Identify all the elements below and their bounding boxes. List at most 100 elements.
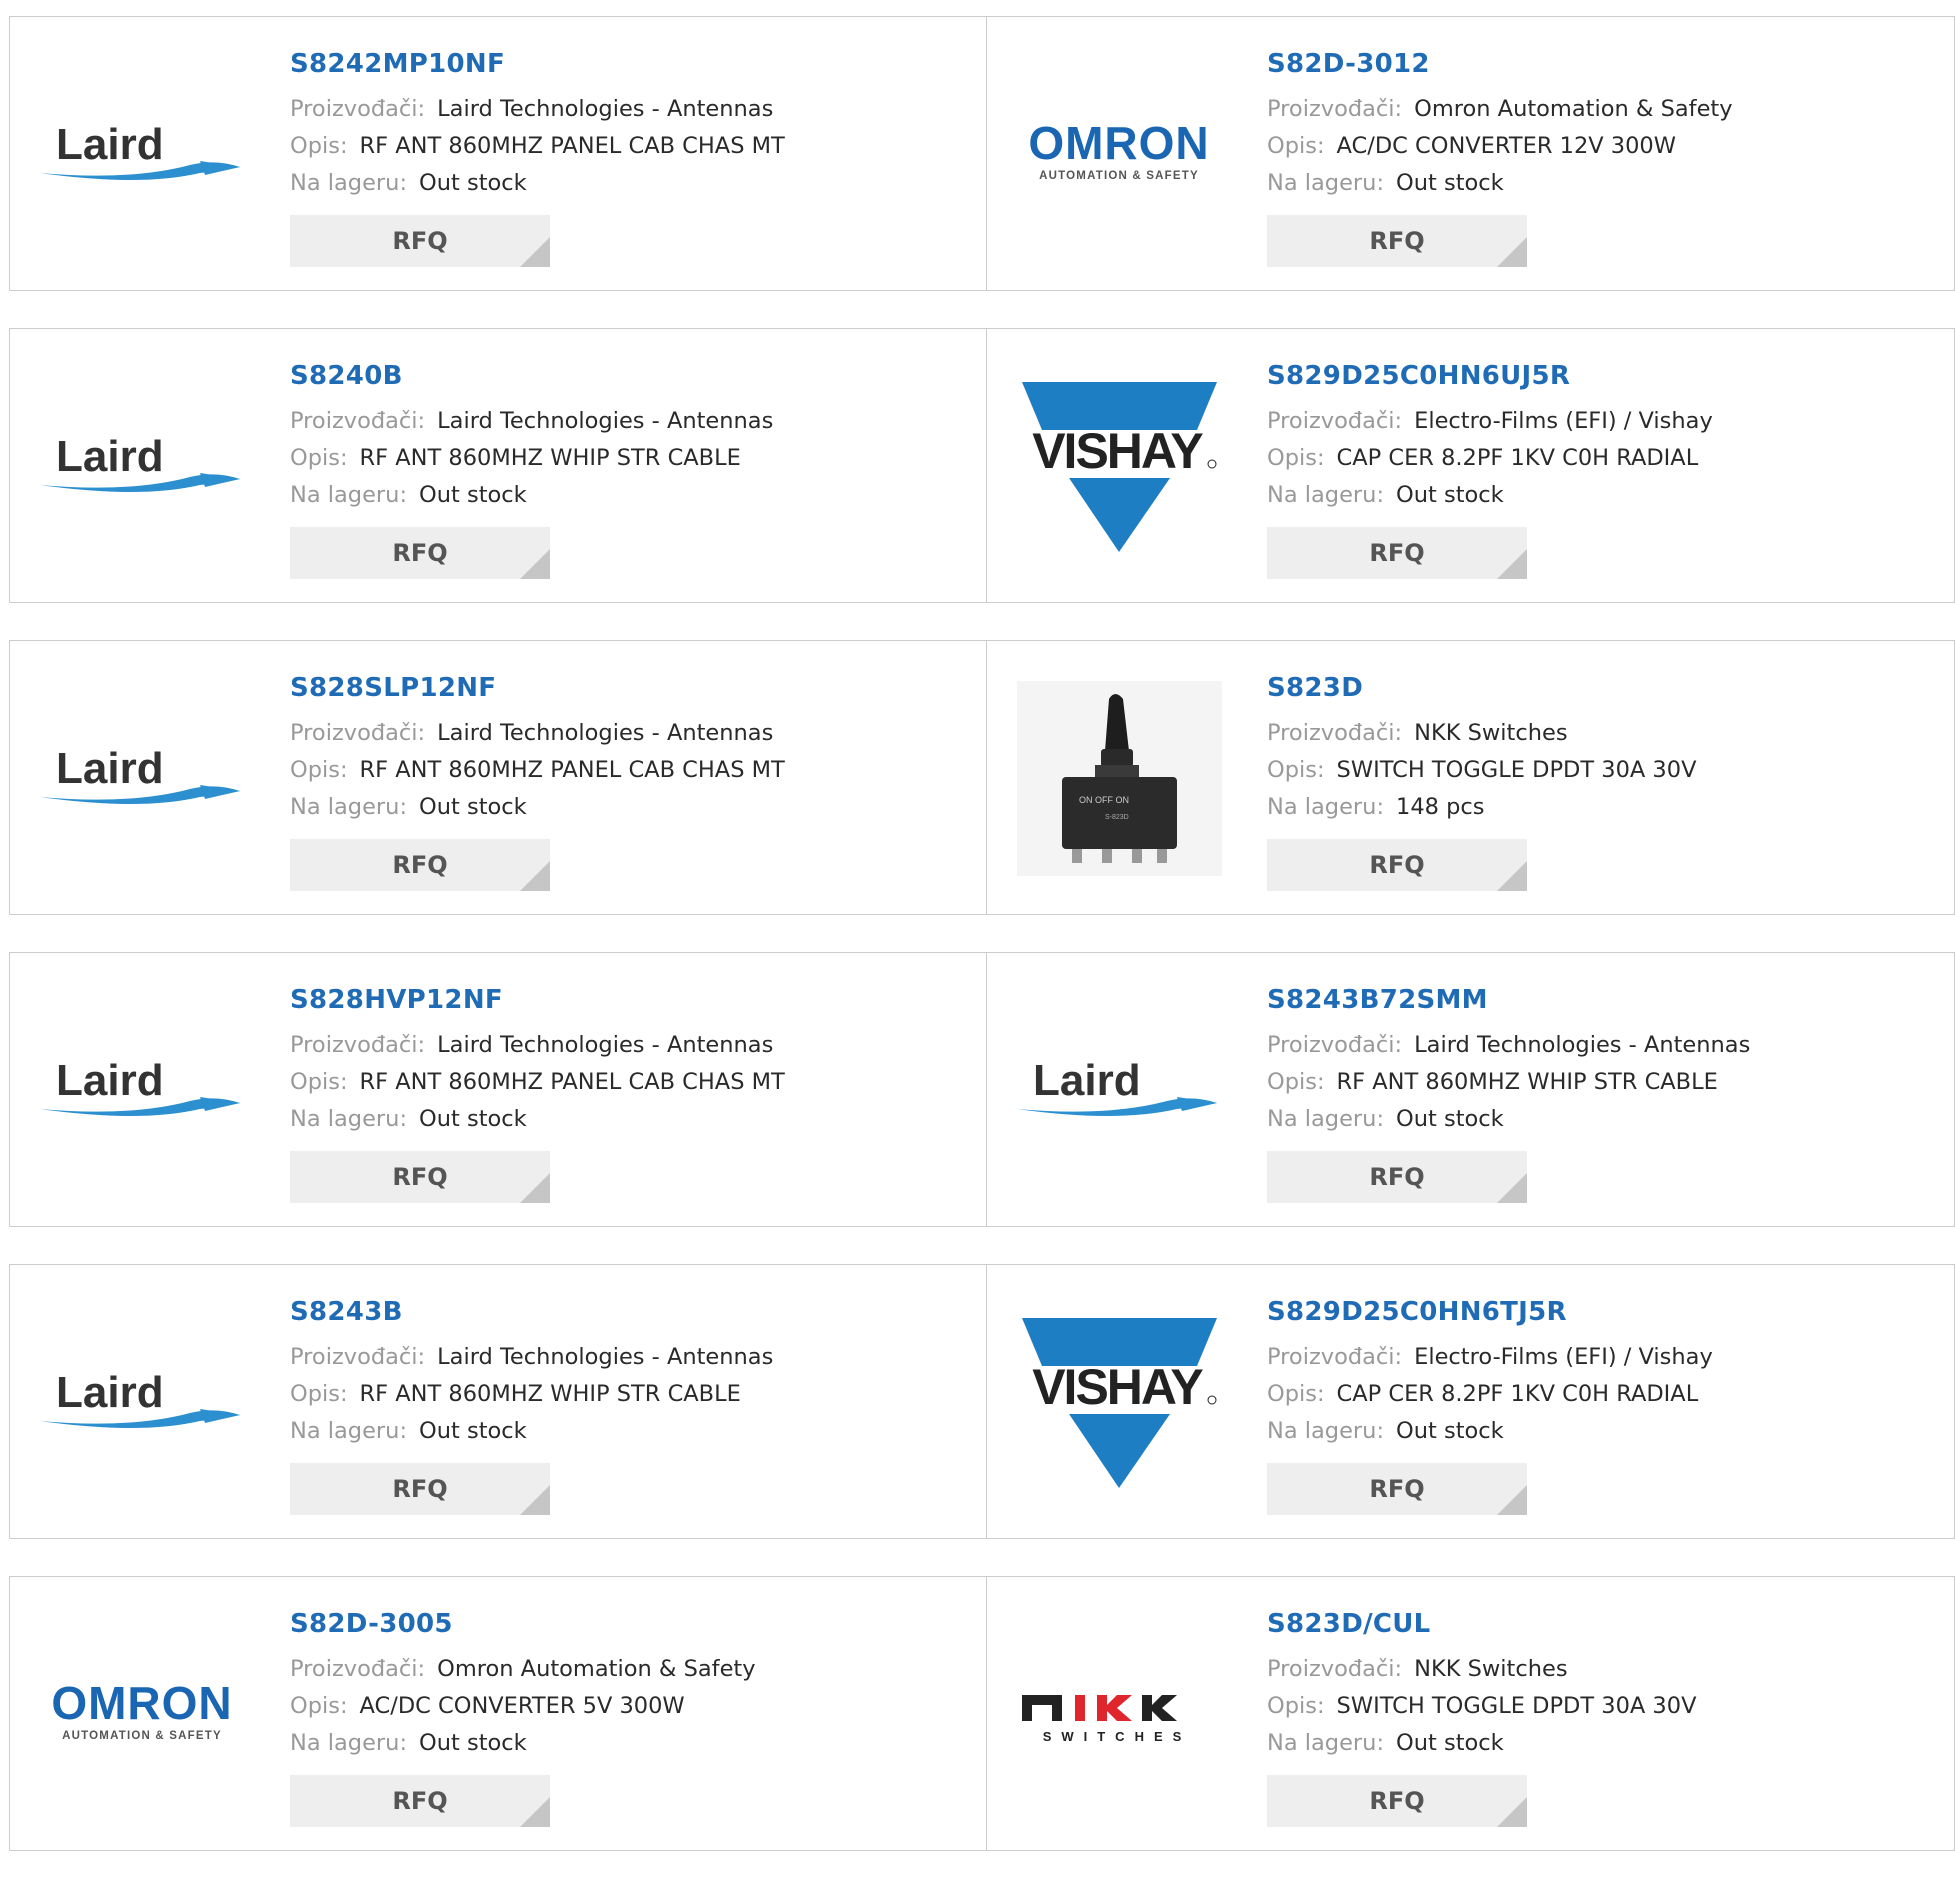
description-value: CAP CER 8.2PF 1KV C0H RADIAL <box>1336 445 1699 471</box>
omron-logo[interactable]: OMRON AUTOMATION & SAFETY <box>1017 57 1222 252</box>
manufacturer-label: Proizvođači: <box>290 408 426 434</box>
svg-text:OMRON: OMRON <box>1028 117 1209 169</box>
part-number-link[interactable]: S829D25C0HN6TJ5R <box>1267 1295 1944 1329</box>
product-row: Laird S828HVP12NF Proizvođači: Laird Tech… <box>9 952 1955 1227</box>
vishay-logo[interactable]: VISHAY <box>1017 369 1222 564</box>
stock-row: Na lageru: Out stock <box>1267 477 1944 514</box>
rfq-button[interactable]: RFQ <box>1267 527 1527 579</box>
button-corner-triangle <box>520 1485 550 1515</box>
product-card: Laird S828SLP12NF Proizvođači: Laird Tech… <box>9 640 987 915</box>
part-number-link[interactable]: S8243B72SMM <box>1267 983 1944 1017</box>
rfq-label: RFQ <box>1369 227 1425 255</box>
button-corner-triangle <box>520 1797 550 1827</box>
laird-logo[interactable]: Laird <box>40 681 245 876</box>
description-value: RF ANT 860MHZ WHIP STR CABLE <box>359 445 741 471</box>
stock-label: Na lageru: <box>1267 170 1385 196</box>
description-row: Opis: RF ANT 860MHZ PANEL CAB CHAS MT <box>290 1064 976 1101</box>
product-info: S82D-3005 Proizvođači: Omron Automation &… <box>290 1607 976 1827</box>
description-value: RF ANT 860MHZ PANEL CAB CHAS MT <box>359 757 785 783</box>
product-info: S8240B Proizvođači: Laird Technologies - … <box>290 359 976 579</box>
description-row: Opis: AC/DC CONVERTER 12V 300W <box>1267 128 1944 165</box>
description-row: Opis: CAP CER 8.2PF 1KV C0H RADIAL <box>1267 440 1944 477</box>
product-card: ON OFF ON S-823D S823D Proizvođači: NKK S… <box>987 640 1955 915</box>
product-row: Laird S8242MP10NF Proizvođači: Laird Tech… <box>9 16 1955 291</box>
manufacturer-value: NKK Switches <box>1414 720 1568 746</box>
svg-text:VISHAY: VISHAY <box>1032 423 1203 479</box>
stock-value: Out stock <box>1396 482 1504 508</box>
stock-row: Na lageru: Out stock <box>1267 165 1944 202</box>
manufacturer-row: Proizvođači: Laird Technologies - Antenna… <box>290 1027 976 1064</box>
part-number-link[interactable]: S828SLP12NF <box>290 671 976 705</box>
rfq-button[interactable]: RFQ <box>1267 839 1527 891</box>
product-info: S8242MP10NF Proizvođači: Laird Technologi… <box>290 47 976 267</box>
description-value: CAP CER 8.2PF 1KV C0H RADIAL <box>1336 1381 1699 1407</box>
part-number-link[interactable]: S8240B <box>290 359 976 393</box>
rfq-button[interactable]: RFQ <box>290 1463 550 1515</box>
svg-text:VISHAY: VISHAY <box>1032 1359 1203 1415</box>
manufacturer-label: Proizvođači: <box>1267 408 1403 434</box>
description-label: Opis: <box>290 1693 348 1719</box>
rfq-button[interactable]: RFQ <box>1267 1463 1527 1515</box>
rfq-button[interactable]: RFQ <box>290 839 550 891</box>
laird-logo[interactable]: Laird <box>40 1305 245 1500</box>
rfq-button[interactable]: RFQ <box>1267 1775 1527 1827</box>
svg-text:Laird: Laird <box>56 432 164 481</box>
description-label: Opis: <box>1267 1693 1325 1719</box>
nkk-logo[interactable]: SWITCHES <box>1017 1617 1222 1812</box>
rfq-button[interactable]: RFQ <box>1267 215 1527 267</box>
manufacturer-row: Proizvođači: NKK Switches <box>1267 715 1944 752</box>
manufacturer-value: Electro-Films (EFI) / Vishay <box>1414 1344 1713 1370</box>
product-info: S828HVP12NF Proizvođači: Laird Technologi… <box>290 983 976 1203</box>
stock-row: Na lageru: Out stock <box>290 1725 976 1762</box>
laird-logo[interactable]: Laird <box>40 369 245 564</box>
manufacturer-value: Laird Technologies - Antennas <box>437 720 774 746</box>
rfq-label: RFQ <box>1369 1163 1425 1191</box>
rfq-button[interactable]: RFQ <box>290 527 550 579</box>
part-number-link[interactable]: S82D-3005 <box>290 1607 976 1641</box>
manufacturer-row: Proizvođači: Laird Technologies - Antenna… <box>290 715 976 752</box>
rfq-button[interactable]: RFQ <box>290 1775 550 1827</box>
manufacturer-label: Proizvođači: <box>1267 720 1403 746</box>
svg-text:Laird: Laird <box>56 1368 164 1417</box>
rfq-label: RFQ <box>1369 851 1425 879</box>
product-grid: Laird S8242MP10NF Proizvođači: Laird Tech… <box>9 16 1955 1888</box>
laird-logo[interactable]: Laird <box>40 57 245 252</box>
part-number-link[interactable]: S8243B <box>290 1295 976 1329</box>
product-row: Laird S8240B Proizvođači: Laird Technolog… <box>9 328 1955 603</box>
description-value: SWITCH TOGGLE DPDT 30A 30V <box>1336 1693 1697 1719</box>
manufacturer-row: Proizvođači: Laird Technologies - Antenna… <box>290 1339 976 1376</box>
toggle-switch-photo[interactable]: ON OFF ON S-823D <box>1017 681 1222 876</box>
manufacturer-row: Proizvođači: Omron Automation & Safety <box>290 1651 976 1688</box>
omron-logo[interactable]: OMRON AUTOMATION & SAFETY <box>40 1617 245 1812</box>
part-number-link[interactable]: S82D-3012 <box>1267 47 1944 81</box>
rfq-label: RFQ <box>1369 1475 1425 1503</box>
manufacturer-value: Omron Automation & Safety <box>1414 96 1733 122</box>
laird-logo[interactable]: Laird <box>1017 993 1222 1188</box>
part-number-link[interactable]: S828HVP12NF <box>290 983 976 1017</box>
stock-value: Out stock <box>419 170 527 196</box>
svg-text:Laird: Laird <box>56 1056 164 1105</box>
vishay-logo[interactable]: VISHAY <box>1017 1305 1222 1500</box>
svg-text:SWITCHES: SWITCHES <box>1043 1729 1192 1744</box>
part-number-link[interactable]: S829D25C0HN6UJ5R <box>1267 359 1944 393</box>
rfq-label: RFQ <box>392 1163 448 1191</box>
svg-text:Laird: Laird <box>56 120 164 169</box>
part-number-link[interactable]: S823D/CUL <box>1267 1607 1944 1641</box>
svg-text:OMRON: OMRON <box>51 1677 232 1729</box>
stock-value: Out stock <box>1396 1418 1504 1444</box>
laird-logo[interactable]: Laird <box>40 993 245 1188</box>
rfq-button[interactable]: RFQ <box>290 215 550 267</box>
manufacturer-label: Proizvođači: <box>1267 1656 1403 1682</box>
description-label: Opis: <box>290 757 348 783</box>
button-corner-triangle <box>1497 861 1527 891</box>
manufacturer-label: Proizvođači: <box>290 1032 426 1058</box>
manufacturer-label: Proizvođači: <box>1267 96 1403 122</box>
description-row: Opis: SWITCH TOGGLE DPDT 30A 30V <box>1267 1688 1944 1725</box>
rfq-button[interactable]: RFQ <box>1267 1151 1527 1203</box>
manufacturer-value: Laird Technologies - Antennas <box>1414 1032 1751 1058</box>
part-number-link[interactable]: S8242MP10NF <box>290 47 976 81</box>
stock-value: Out stock <box>419 1106 527 1132</box>
part-number-link[interactable]: S823D <box>1267 671 1944 705</box>
rfq-button[interactable]: RFQ <box>290 1151 550 1203</box>
svg-text:AUTOMATION & SAFETY: AUTOMATION & SAFETY <box>1039 170 1199 182</box>
